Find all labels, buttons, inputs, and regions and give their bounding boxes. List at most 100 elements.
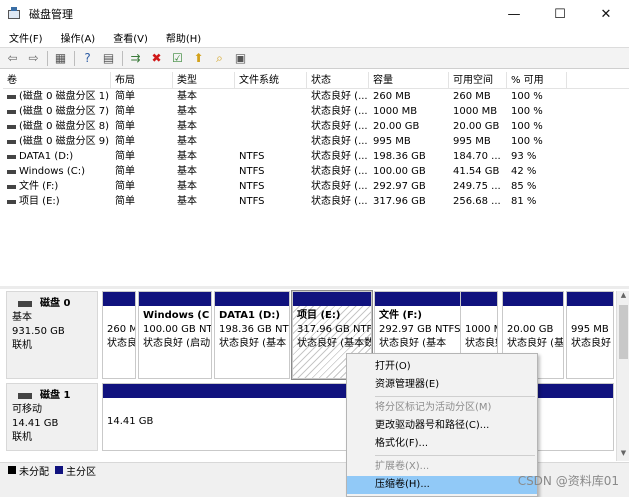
volume-icon [7,199,16,204]
disk-icon [18,301,32,307]
table-cell: (磁盘 0 磁盘分区 1) [3,89,111,104]
table-cell: 简单 [115,91,135,102]
column-header[interactable]: 可用空间 [449,72,507,88]
table-row[interactable]: (磁盘 0 磁盘分区 1) 简单 基本 状态良好 (... 260 MB 260 MB 10… [3,89,629,104]
legend-swatch [8,466,16,474]
volume-icon [7,169,16,174]
disk-0-name: 磁盘 0 [40,298,71,309]
disk-0-size: 931.50 GB [12,326,65,337]
disk-management-app-icon [8,7,22,21]
table-cell: 简单 [115,196,135,207]
ctx-shrink[interactable]: 压缩卷(H)... [347,476,537,494]
back-arrow-icon[interactable]: ⇦ [4,50,21,67]
table-row[interactable]: DATA1 (D:) 简单 基本 NTFS 状态良好 (... 198.36 GB 184.… [3,149,629,164]
primary-partition-bar [139,292,211,306]
check-icon[interactable]: ☑ [169,50,186,67]
maximize-button[interactable]: ☐ [537,0,583,28]
disk-0-partition[interactable]: DATA1 (D:) 198.36 GB NTFS 状态良好 (基本 [214,291,290,379]
column-header[interactable]: 卷 [3,72,111,88]
table-row[interactable]: (磁盘 0 磁盘分区 7) 简单 基本 状态良好 (... 1000 MB 1000 MB… [3,104,629,119]
legend-swatch [55,466,63,474]
menu-bar: 文件(F) 操作(A) 查看(V) 帮助(H) [0,28,629,47]
partition-status: 状态良好 [465,338,497,349]
column-header[interactable]: 布局 [111,72,173,88]
table-cell: Windows (C:) [3,164,111,179]
legend-item: 主分区 [55,463,96,478]
partition-status: 状态良好 [571,338,611,349]
minimize-button[interactable]: — [491,0,537,28]
partition-info: 20.00 GB 状态良好 (基 [503,306,563,352]
disk-0-partition[interactable]: 260 MB 状态良好 [102,291,136,379]
menu-action[interactable]: 操作(A) [52,30,105,45]
table-row[interactable]: 项目 (E:) 简单 基本 NTFS 状态良好 (... 317.96 GB 256.68 … [3,194,629,209]
disk-0-status: 联机 [12,340,32,351]
disk-0-partition[interactable]: 995 MB 状态良好 [566,291,614,379]
partition-info: 995 MB 状态良好 [567,306,613,352]
column-header[interactable]: % 可用 [507,72,567,88]
partition-body: DATA1 (D:) 198.36 GB NTFS 状态良好 (基本 [215,306,289,378]
table-cell: 100 % [511,136,543,147]
table-cell: 81 % [511,196,537,207]
table-cell: NTFS [239,196,265,207]
partition-body: 995 MB 状态良好 [567,306,613,378]
ctx-change-letter[interactable]: 更改驱动器号和路径(C)... [347,417,537,435]
menu-file[interactable]: 文件(F) [0,30,52,45]
table-cell: 1000 MB [373,106,418,117]
ctx-open[interactable]: 打开(O) [347,358,537,376]
volume-icon [7,94,16,99]
scroll-up-icon[interactable]: ▲ [617,291,629,303]
table-row[interactable]: (磁盘 0 磁盘分区 9) 简单 基本 状态良好 (... 995 MB 995 MB 10… [3,134,629,149]
connect-disk-icon[interactable]: ⇉ [127,50,144,67]
disk-0-partition[interactable]: Windows (C 100.00 GB NTFS 状态良好 (启动 [138,291,212,379]
folder-up-icon[interactable]: ⬆ [190,50,207,67]
close-button[interactable]: ✕ [583,0,629,28]
table-cell [235,104,307,119]
table-cell: 100 % [511,106,543,117]
column-header[interactable]: 状态 [307,72,369,88]
column-header[interactable]: 文件系统 [235,72,307,88]
disk-0-label[interactable]: 磁盘 0 基本 931.50 GB 联机 [6,291,98,379]
partition-size: 198.36 GB NTFS [219,324,289,335]
partition-info: Windows (C 100.00 GB NTFS 状态良好 (启动 [139,306,211,352]
console-tree-icon[interactable]: ▦ [52,50,69,67]
toolbar-separator [47,50,48,66]
column-header[interactable]: 类型 [173,72,235,88]
properties-icon[interactable]: ▤ [100,50,117,67]
search-folder-icon[interactable]: ⌕ [211,50,228,67]
ctx-explorer[interactable]: 资源管理器(E) [347,376,537,394]
table-cell: NTFS [239,181,265,192]
table-cell: 状态良好 (... [311,181,368,192]
table-row[interactable]: Windows (C:) 简单 基本 NTFS 状态良好 (... 100.00 GB 41… [3,164,629,179]
scroll-thumb[interactable] [619,305,628,359]
table-cell: 基本 [177,181,197,192]
partition-info: 1000 MB 状态良好 [461,306,497,352]
table-cell [235,89,307,104]
toolbar-separator [74,50,75,66]
column-header[interactable]: 容量 [369,72,449,88]
menu-view[interactable]: 查看(V) [104,30,157,45]
ctx-format[interactable]: 格式化(F)... [347,435,537,453]
volume-icon [7,124,16,129]
partition-status: 状态良好 [107,338,136,349]
help-icon[interactable]: ? [79,50,96,67]
settings-panel-icon[interactable]: ▣ [232,50,249,67]
table-cell: 20.00 GB [453,121,500,132]
partition-status: 状态良好 (基本 [219,338,287,349]
disk-1-label[interactable]: 磁盘 1 可移动 14.41 GB 联机 [6,383,98,451]
forward-arrow-icon[interactable]: ⇨ [25,50,42,67]
scroll-down-icon[interactable]: ▼ [617,449,629,461]
table-row[interactable]: (磁盘 0 磁盘分区 8) 简单 基本 状态良好 (... 20.00 GB 20.00 … [3,119,629,134]
table-cell: 100 % [511,91,543,102]
menu-help[interactable]: 帮助(H) [157,30,210,45]
window-title: 磁盘管理 [29,8,73,21]
volume-icon [7,139,16,144]
delete-icon[interactable]: ✖ [148,50,165,67]
graph-scrollbar[interactable]: ▲ ▼ [616,291,629,461]
partition-size: 100.00 GB NTFS [143,324,212,335]
table-cell: DATA1 (D:) [3,149,111,164]
table-row[interactable]: 文件 (F:) 简单 基本 NTFS 状态良好 (... 292.97 GB 249.75 … [3,179,629,194]
table-cell: 状态良好 (... [311,196,368,207]
table-cell: 基本 [177,121,197,132]
table-cell: 基本 [177,106,197,117]
volume-name: (磁盘 0 磁盘分区 8) [19,121,110,132]
